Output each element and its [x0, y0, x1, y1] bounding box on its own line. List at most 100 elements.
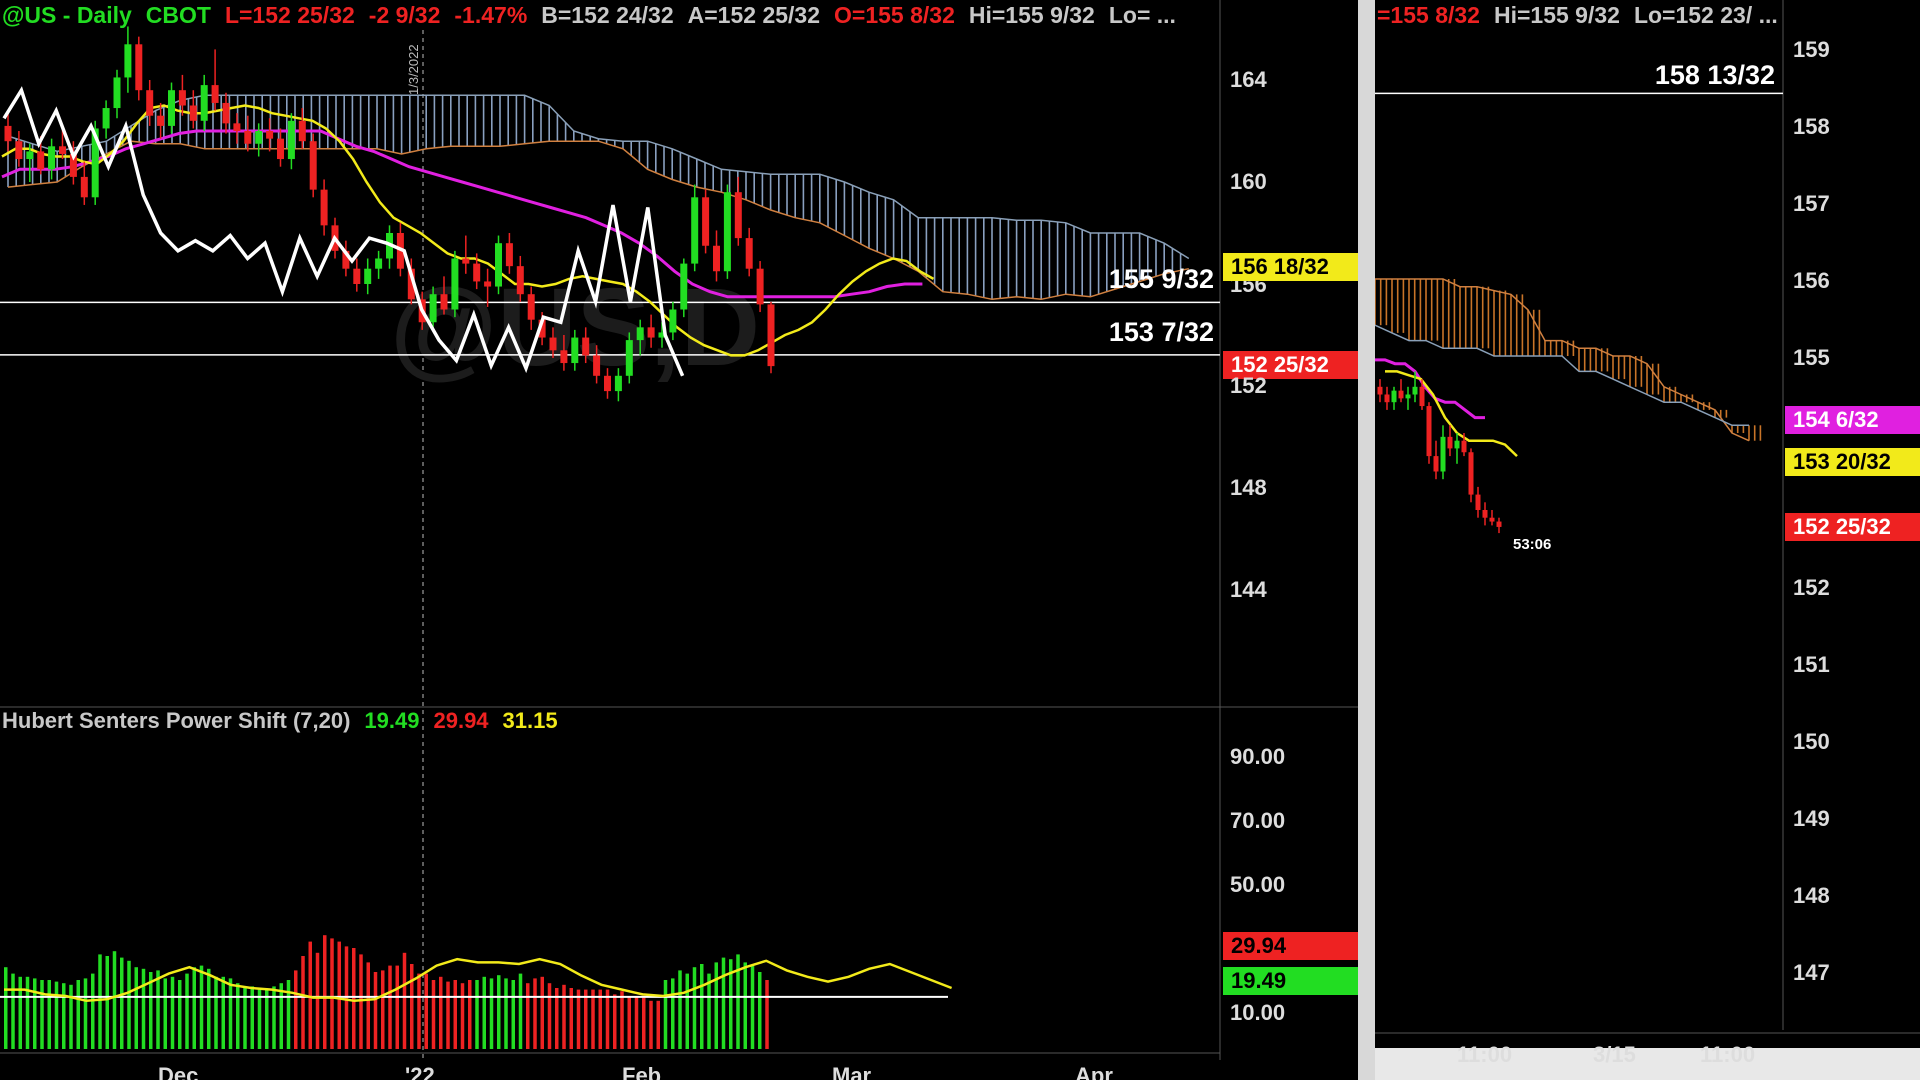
price-axis-label: 159 [1793, 37, 1830, 62]
candle-body [582, 337, 590, 356]
candle-body [429, 294, 437, 323]
indicator-value-yellow: 31.15 [502, 708, 558, 733]
price-axis-label: 148 [1793, 883, 1830, 908]
candle-body [473, 263, 481, 282]
indicator-bar [468, 980, 472, 1049]
candle-body [48, 146, 56, 170]
indicator-bar [91, 973, 95, 1049]
indicator-bar [228, 978, 233, 1049]
indicator-axis-label: 70.00 [1230, 808, 1286, 833]
indicator-bar [381, 970, 385, 1049]
high-price: Hi=155 9/32 [968, 2, 1095, 28]
candle-body [1475, 494, 1481, 510]
cloud-group [1375, 279, 1762, 441]
time-axis-label: 11:00 [1700, 1042, 1756, 1067]
candle-body [37, 151, 45, 170]
indicator-bar [141, 968, 146, 1049]
candle-body [680, 263, 688, 310]
horizontal-line-label: 158 13/32 [1654, 60, 1775, 90]
indicator-bar [323, 935, 327, 1049]
cloud-span-a [7, 94, 1190, 260]
price-tag-yellow: 153 20/32 [1785, 448, 1920, 476]
indicator-bar [185, 973, 189, 1049]
indicator-bar [576, 989, 581, 1049]
daily-chart-header: @US - Daily CBOT L=152 25/32 -2 9/32 -1.47% B… [2, 2, 1190, 29]
indicator-bar [4, 967, 8, 1049]
price-tag-magenta: 154 6/32 [1785, 406, 1920, 434]
candle-body [1440, 436, 1446, 472]
candle-body [516, 266, 524, 295]
percent-change: -1.47% [454, 2, 528, 28]
candle-body [1433, 456, 1439, 472]
candle-body [309, 141, 317, 190]
intraday-chart-pane[interactable]: =155 8/32 Hi=155 9/32 Lo=152 23/ ... 158 1… [1375, 0, 1920, 1080]
indicator-bar [11, 973, 15, 1049]
candle-body [549, 337, 557, 351]
time-axis-label: '22 [405, 1063, 435, 1080]
price-axis-label: 164 [1230, 67, 1267, 92]
candle-body [266, 131, 274, 139]
candle-body [702, 197, 710, 246]
indicator-bar [424, 973, 428, 1049]
candle-body [1496, 521, 1502, 527]
open-price: =155 8/32 [1377, 2, 1480, 28]
indicator-bar [47, 980, 51, 1049]
candle-body [124, 44, 132, 78]
candle-body [1447, 436, 1453, 449]
symbol-label: @US - Daily [2, 2, 132, 28]
price-axis-label: 157 [1793, 191, 1830, 216]
indicator-bar [40, 980, 44, 1049]
indicator-bar [692, 967, 697, 1049]
candle-body [375, 258, 383, 269]
candle-body [691, 197, 699, 264]
indicator-bar [76, 980, 80, 1049]
candle-body [614, 375, 622, 392]
indicator-bar [707, 973, 711, 1049]
candle-body [146, 90, 154, 116]
price-axis-label: 152 [1230, 373, 1267, 398]
ask-price: A=152 25/32 [687, 2, 821, 28]
indicator-bar [685, 973, 689, 1049]
indicator-bar [395, 965, 399, 1049]
price-axis-label: 152 [1793, 575, 1830, 600]
candle-body [1454, 440, 1460, 449]
candle-body [200, 85, 208, 121]
indicator-bar [112, 951, 117, 1049]
indicator-tag-green: 19.49 [1223, 967, 1358, 995]
price-axis-label: 155 [1793, 345, 1830, 370]
candle-body [1468, 452, 1474, 495]
indicator-bar [642, 997, 646, 1049]
indicator-bar [330, 938, 334, 1049]
indicator-bar [489, 978, 494, 1049]
indicator-bar [294, 970, 298, 1049]
indicator-bar [105, 956, 109, 1049]
indicator-bar [714, 962, 718, 1049]
pane-splitter[interactable] [1358, 0, 1375, 1080]
indicator-bar [170, 976, 175, 1049]
indicator-bar [127, 960, 131, 1049]
indicator-bar [431, 980, 436, 1049]
candle-body [233, 123, 241, 131]
indicator-bar [758, 972, 762, 1049]
last-price: L=152 25/32 [224, 2, 355, 28]
horizontal-line-label: 153 7/32 [1108, 317, 1214, 347]
indicator-bar [526, 983, 530, 1049]
indicator-bar [721, 957, 726, 1049]
candle-body [102, 108, 110, 129]
indicator-bar [83, 978, 88, 1049]
daily-chart-pane[interactable]: 1/3/2022 @US,D 156 @US - Daily CBOT L=152 25… [0, 0, 1358, 1080]
indicator-bar [663, 980, 668, 1049]
candle-body [4, 125, 12, 142]
indicator-bar [598, 989, 602, 1049]
candle-body [560, 350, 568, 364]
price-tag-last: 152 25/32 [1785, 513, 1920, 541]
candle-body [113, 77, 121, 109]
candle-body [255, 131, 263, 144]
candle-body [1405, 394, 1411, 399]
candles-group [1377, 371, 1502, 534]
indicator-bar [163, 978, 167, 1049]
indicator-bar [156, 970, 160, 1049]
candle-body [625, 340, 633, 376]
candle-body [287, 120, 295, 160]
indicator-bar [540, 976, 544, 1049]
